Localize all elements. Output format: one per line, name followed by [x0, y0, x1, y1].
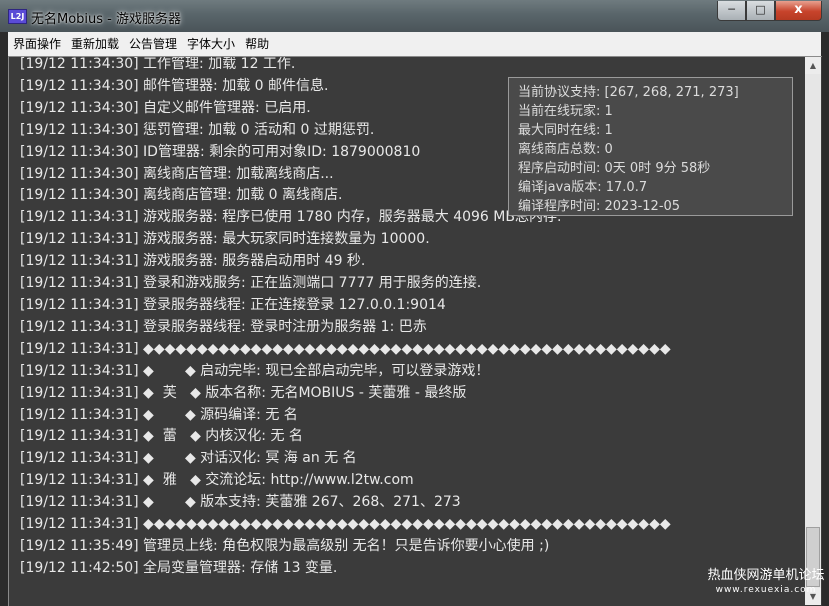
minimize-button[interactable]: ─: [717, 1, 746, 21]
status-max-online: 最大同时在线: 1: [518, 123, 613, 138]
log-line: [19/12 11:34:31] ◆ ◆ 对话汉化: 冥 海 an 无 名: [20, 450, 357, 467]
status-protocol: 当前协议支持: [267, 268, 271, 273]: [518, 85, 739, 100]
maximize-button[interactable]: □: [746, 1, 775, 21]
log-line: [19/12 11:34:31] 游戏服务器: 最大玩家同时连接数量为 1000…: [20, 231, 430, 248]
scroll-up-icon[interactable]: ▲: [805, 57, 821, 74]
menu-announcements[interactable]: 公告管理: [124, 32, 182, 56]
log-line: [19/12 11:34:30] 工作管理: 加载 12 工作.: [20, 56, 296, 72]
log-line: [19/12 11:34:31] ◆ ◆ 源码编译: 无 名: [20, 406, 298, 423]
menu-help[interactable]: 帮助: [240, 32, 274, 56]
menu-interface[interactable]: 界面操作: [8, 32, 66, 56]
close-button[interactable]: x: [775, 1, 822, 21]
app-icon: L2J: [8, 9, 27, 24]
window-title: 无名Mobius - 游戏服务器: [31, 12, 182, 27]
log-line: [19/12 11:42:50] 全局变量管理器: 存储 13 变量.: [20, 559, 338, 576]
log-line: [19/12 11:34:31] 登录服务器线程: 登录时注册为服务器 1: 巴…: [20, 318, 427, 335]
log-line: [19/12 11:34:31] ◆ ◆ 版本支持: 芙蕾雅 267、268、2…: [20, 494, 461, 511]
title-bar[interactable]: L2J 无名Mobius - 游戏服务器 ─ □ x: [0, 0, 829, 32]
watermark-title: 热血侠网游单机论坛: [707, 568, 825, 583]
log-line: [19/12 11:35:49] 管理员上线: 角色权限为最高级别 无名！只是告…: [20, 537, 550, 554]
status-build-date: 编译程序时间: 2023-12-05: [518, 199, 681, 214]
log-line: [19/12 11:34:31] ◆ 芙 ◆ 版本名称: 无名MOBIUS - …: [20, 384, 467, 401]
window-controls: ─ □ x: [717, 1, 822, 21]
log-line: [19/12 11:34:31] 登录服务器线程: 正在连接登录 127.0.0…: [20, 296, 446, 313]
log-line: [19/12 11:34:31] ◆ 雅 ◆ 交流论坛: http://www.…: [20, 472, 414, 489]
menu-bar: 界面操作 重新加载 公告管理 字体大小 帮助: [8, 32, 821, 56]
log-line: [19/12 11:34:31] 登录和游戏服务: 正在监测端口 7777 用于…: [20, 275, 482, 292]
log-line: [19/12 11:34:31] ◆◆◆◆◆◆◆◆◆◆◆◆◆◆◆◆◆◆◆◆◆◆◆…: [20, 516, 671, 533]
vertical-scrollbar[interactable]: ▲ ▼: [805, 57, 821, 605]
menu-reload[interactable]: 重新加载: [66, 32, 124, 56]
status-online-players: 当前在线玩家: 1: [518, 104, 613, 119]
watermark-url: www.rexuexia.com: [715, 585, 817, 595]
log-line: [19/12 11:34:31] ◆ 蕾 ◆ 内核汉化: 无 名: [20, 428, 303, 445]
log-line: [19/12 11:34:31] ◆ ◆ 启动完毕: 现已全部启动完毕，可以登录…: [20, 362, 490, 379]
menu-font-size[interactable]: 字体大小: [182, 32, 240, 56]
log-line: [19/12 11:34:31] ◆◆◆◆◆◆◆◆◆◆◆◆◆◆◆◆◆◆◆◆◆◆◆…: [20, 340, 671, 357]
watermark: 热血侠网游单机论坛 www.rexuexia.com: [706, 568, 826, 596]
status-uptime: 程序启动时间: 0天 0时 9分 58秒: [518, 161, 711, 176]
status-offline-shops: 离线商店总数: 0: [518, 142, 613, 157]
status-java-version: 编译java版本: 17.0.7: [518, 180, 648, 195]
log-line: [19/12 11:34:31] 游戏服务器: 服务器启动用时 49 秒.: [20, 253, 366, 270]
server-status-panel: 当前协议支持: [267, 268, 271, 273] 当前在线玩家: 1 最…: [508, 77, 793, 216]
